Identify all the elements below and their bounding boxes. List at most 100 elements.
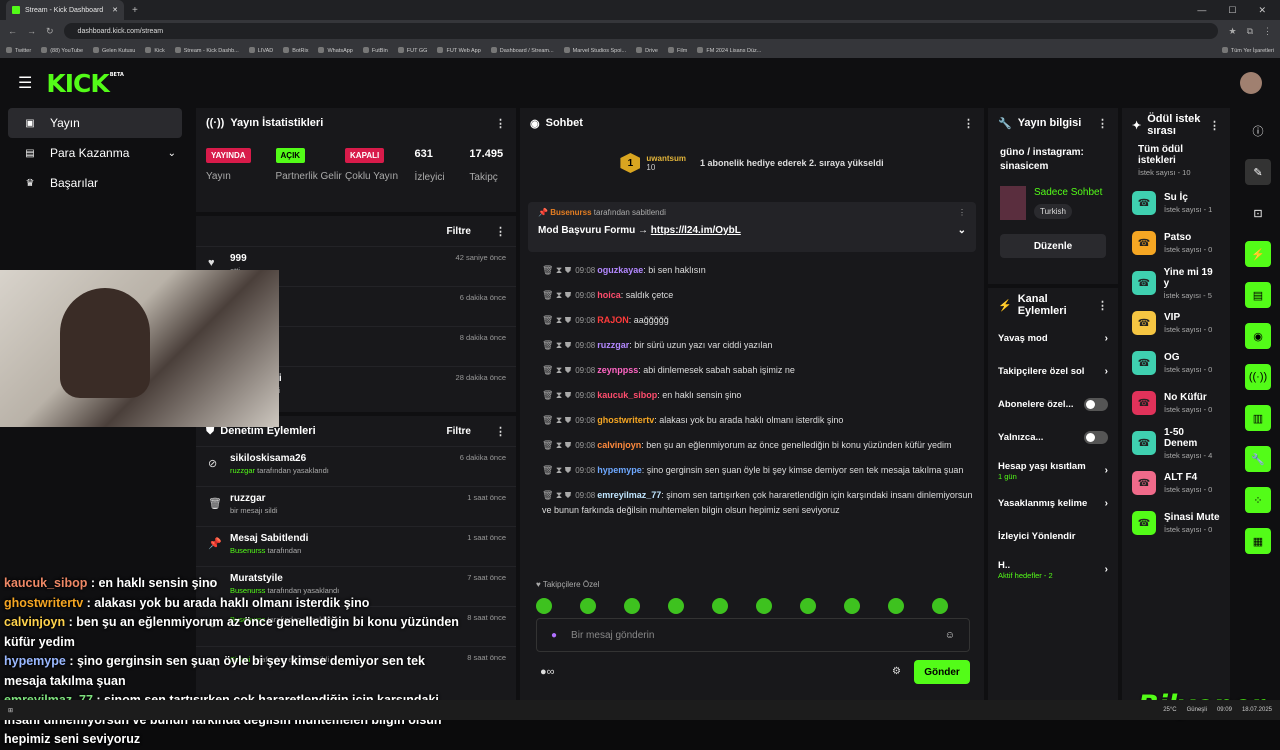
minimize-icon[interactable]: —	[1197, 5, 1206, 16]
emote-icon[interactable]	[668, 598, 684, 614]
bookmark-link[interactable]: Stream - Kick Dashb...	[175, 47, 239, 54]
bookmark-link[interactable]: Dashboard / Stream...	[491, 47, 554, 54]
reward-item[interactable]: ☎ No Küfür İstek sayısı - 0	[1122, 383, 1230, 423]
channel-action-item[interactable]: Yasaklanmış kelime ›	[988, 487, 1118, 520]
channel-action-item[interactable]: Yavaş mod ›	[988, 322, 1118, 355]
moderation-target[interactable]: ruzzgar	[230, 493, 278, 504]
top-gifter[interactable]: 1 uwantsum 10	[620, 153, 686, 173]
edit-button[interactable]: Düzenle	[1000, 234, 1106, 258]
bookmark-link[interactable]: Drive	[636, 47, 658, 54]
message-tools-icon[interactable]: 🗑 ⧗ ⛊	[542, 290, 571, 300]
bookmark-link[interactable]: FutBin	[363, 47, 388, 54]
kick-logo[interactable]: KICKBETA	[46, 69, 124, 98]
message-tools-icon[interactable]: 🗑 ⧗ ⛊	[542, 265, 571, 275]
maximize-icon[interactable]: ☐	[1228, 5, 1236, 16]
chevron-right-icon[interactable]: ›	[1105, 366, 1108, 377]
category-name[interactable]: Sadece Sohbet	[1034, 186, 1102, 200]
reward-item[interactable]: ☎ 1-50 Denem İstek sayısı - 4	[1122, 423, 1230, 463]
reload-icon[interactable]: ↻	[46, 26, 54, 37]
more-options-icon[interactable]: ⋮	[1097, 117, 1108, 130]
sidebar-item-yayin[interactable]: ▣ Yayın	[8, 108, 182, 138]
chevron-down-icon[interactable]: ⌄	[958, 225, 966, 236]
moderation-target[interactable]: sikiloskisama26	[230, 453, 329, 464]
toggle-switch[interactable]	[1084, 431, 1108, 444]
message-tools-icon[interactable]: 🗑 ⧗ ⛊	[542, 490, 571, 500]
bookmark-star-icon[interactable]: ★	[1228, 26, 1236, 37]
chevron-right-icon[interactable]: ›	[1105, 498, 1108, 509]
chat-username[interactable]: hoica	[597, 290, 621, 300]
reward-item[interactable]: ☎ Patso İstek sayısı - 0	[1122, 223, 1230, 263]
sidebar-item-basarilar[interactable]: ♛ Başarılar	[8, 168, 182, 198]
channel-action-item[interactable]: Takipçilere özel sol ›	[988, 355, 1118, 388]
chat-input[interactable]: ● Bir mesaj gönderin ☺	[536, 618, 970, 652]
moderation-target[interactable]: Mesaj Sabitlendi	[230, 533, 308, 544]
emote-icon[interactable]	[536, 598, 552, 614]
channel-action-item[interactable]: Abonelere özel...	[988, 388, 1118, 421]
chat-username[interactable]: zeynppss	[597, 365, 638, 375]
chevron-right-icon[interactable]: ›	[1105, 333, 1108, 344]
emote-icon[interactable]	[888, 598, 904, 614]
layout-icon[interactable]: ⊡	[1245, 200, 1271, 226]
wrench-icon[interactable]: 🔧	[1245, 446, 1271, 472]
emote-icon[interactable]	[800, 598, 816, 614]
more-options-icon[interactable]: ⋮	[495, 225, 506, 238]
clapper-icon[interactable]: ▦	[1245, 528, 1271, 554]
chat-username[interactable]: calvinjoyn	[597, 440, 641, 450]
message-tools-icon[interactable]: 🗑 ⧗ ⛊	[542, 415, 571, 425]
document-icon[interactable]: ▤	[1245, 282, 1271, 308]
close-tab-icon[interactable]: ✕	[112, 6, 118, 14]
chat-username[interactable]: RAJON	[597, 315, 629, 325]
bookmark-link[interactable]: Film	[668, 47, 687, 54]
emote-icon[interactable]	[932, 598, 948, 614]
send-button[interactable]: Gönder	[914, 660, 970, 684]
chat-username[interactable]: kaucuk_sibop	[597, 390, 657, 400]
pencil-icon[interactable]: ✎	[1245, 159, 1271, 185]
chevron-right-icon[interactable]: ›	[1105, 564, 1108, 575]
emote-icon[interactable]	[756, 598, 772, 614]
chat-username[interactable]: emreyilmaz_77	[597, 490, 661, 500]
browser-tab[interactable]: Stream - Kick Dashboard ✕	[6, 0, 124, 20]
url-input[interactable]: dashboard.kick.com/stream	[63, 23, 1219, 39]
all-bookmarks-link[interactable]: Tüm Yer İşaretleri	[1222, 47, 1274, 54]
points-icon[interactable]: ●∞	[540, 666, 555, 678]
settings-gear-icon[interactable]: ⚙	[892, 666, 901, 677]
more-options-icon[interactable]: ⋮	[1209, 119, 1220, 132]
message-tools-icon[interactable]: 🗑 ⧗ ⛊	[542, 340, 571, 350]
bookmark-link[interactable]: FUT Web App	[437, 47, 480, 54]
chevron-right-icon[interactable]: ›	[1105, 465, 1108, 476]
channel-action-item[interactable]: H.. Aktif hedefler - 2 ›	[988, 553, 1118, 586]
reward-item[interactable]: ☎ OG İstek sayısı - 0	[1122, 343, 1230, 383]
bookmark-link[interactable]: Kick	[145, 47, 164, 54]
message-tools-icon[interactable]: 🗑 ⧗ ⛊	[542, 440, 571, 450]
reward-item[interactable]: ☎ Su İç İstek sayısı - 1	[1122, 183, 1230, 223]
bookmark-link[interactable]: WhatsApp	[318, 47, 352, 54]
unpin-icon[interactable]: ⋮	[958, 208, 966, 217]
sidebar-item-para-kazanma[interactable]: ▤ Para Kazanma ⌄	[8, 138, 182, 168]
apps-icon[interactable]: ⁘	[1245, 487, 1271, 513]
bookmark-link[interactable]: (88) YouTube	[41, 47, 83, 54]
chat-username[interactable]: ghostwritertv	[597, 415, 654, 425]
chat-username[interactable]: ruzzgar	[597, 340, 629, 350]
forward-icon[interactable]: →	[27, 26, 36, 36]
activity-username[interactable]: 999	[230, 253, 247, 264]
windows-start-icon[interactable]: ⊞	[8, 707, 13, 714]
reward-item[interactable]: ☎ VIP İstek sayısı - 0	[1122, 303, 1230, 343]
extensions-icon[interactable]: ⧉	[1247, 26, 1253, 37]
more-options-icon[interactable]: ⋮	[1097, 299, 1108, 312]
bookmark-link[interactable]: LIVAD	[249, 47, 274, 54]
toggle-switch[interactable]	[1084, 398, 1108, 411]
emoji-icon[interactable]: ☺	[945, 630, 955, 641]
broadcast-icon[interactable]: ((·))	[1245, 364, 1271, 390]
message-tools-icon[interactable]: 🗑 ⧗ ⛊	[542, 315, 571, 325]
emote-icon[interactable]	[844, 598, 860, 614]
message-tools-icon[interactable]: 🗑 ⧗ ⛊	[542, 390, 571, 400]
pinned-link[interactable]: https://l24.im/OybL	[651, 225, 741, 236]
filter-button[interactable]: Filtre	[447, 226, 471, 237]
bookmark-link[interactable]: Twitter	[6, 47, 31, 54]
emote-icon[interactable]	[712, 598, 728, 614]
info-icon[interactable]: ⓘ	[1245, 118, 1271, 144]
chat-icon[interactable]: ◉	[1245, 323, 1271, 349]
lightning-icon[interactable]: ⚡	[1245, 241, 1271, 267]
reward-item[interactable]: ☎ Yine mi 19 y İstek sayısı - 5	[1122, 263, 1230, 303]
filter-button[interactable]: Filtre	[447, 426, 471, 437]
